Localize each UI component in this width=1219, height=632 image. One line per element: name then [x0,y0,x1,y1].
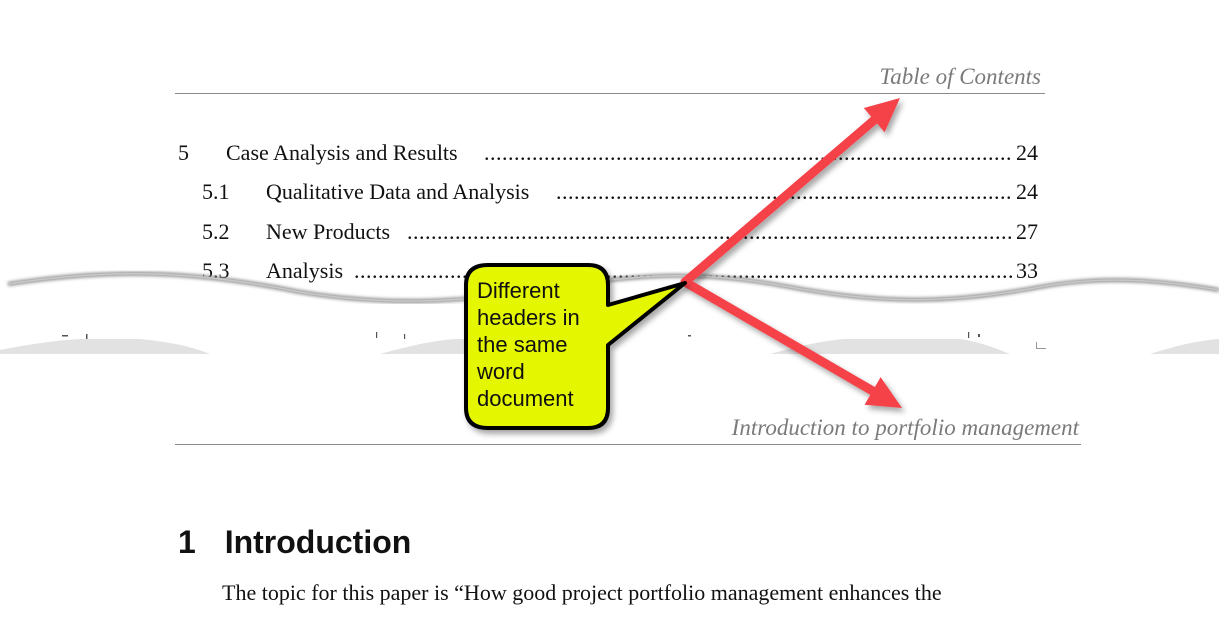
annotation-overlay [464,98,902,430]
arrow-to-toc-header-shaft [680,113,882,287]
arrow-to-intro-header-shaft [680,277,881,398]
callout-text: Different headers in the same word docum… [477,277,605,412]
callout-line: headers in [477,305,580,330]
callout-line: word [477,359,525,384]
callout-line: Different [477,278,560,303]
callout-line: document [477,386,574,411]
callout-line: the same [477,332,568,357]
annotation-arrows [680,98,902,408]
